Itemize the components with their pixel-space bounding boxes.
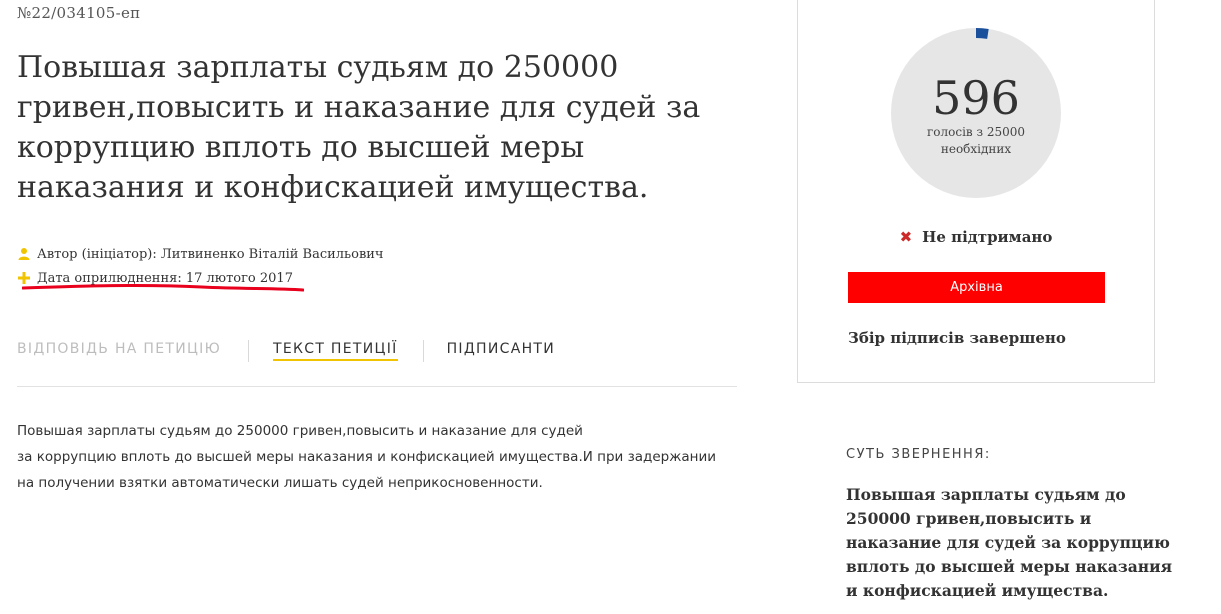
vote-caption-line: голосів з 25000 xyxy=(926,125,1026,139)
tab-petition-text[interactable]: ТЕКСТ ПЕТИЦІЇ xyxy=(273,332,398,365)
tab-divider xyxy=(422,340,424,362)
petition-page: №22/034105-еп Повышая зарплаты судьям до… xyxy=(0,0,1221,614)
petition-body: Повышая зарплаты судьям до 250000 гривен… xyxy=(17,418,737,496)
petition-number: №22/034105-еп xyxy=(17,4,141,22)
vote-progress-circle: 596 голосів з 25000 необхідних xyxy=(891,28,1061,198)
red-underline-annotation xyxy=(22,283,304,292)
author-row: Автор (ініціатор): Литвиненко Віталій Ва… xyxy=(17,242,384,266)
status-badge: ✖ Не підтримано xyxy=(798,228,1154,246)
tab-signers[interactable]: ПІДПИСАНТИ xyxy=(447,332,556,365)
collection-status: Збір підписів завершено xyxy=(848,329,1066,347)
body-line: Повышая зарплаты судьям до 250000 гривен… xyxy=(17,423,583,439)
body-line: на получении взятки автоматически лишать… xyxy=(17,475,543,491)
vote-count: 596 xyxy=(932,71,1020,125)
tab-petition-text-label: ТЕКСТ ПЕТИЦІЇ xyxy=(273,341,398,361)
body-line: за коррупцию вплоть до высшей меры наказ… xyxy=(17,449,717,465)
essence-heading: СУТЬ ЗВЕРНЕННЯ: xyxy=(846,447,991,462)
user-icon xyxy=(18,248,30,260)
tab-divider xyxy=(248,340,250,362)
close-icon: ✖ xyxy=(899,228,913,246)
author-label: Автор (ініціатор): Литвиненко Віталій Ва… xyxy=(37,246,384,262)
tab-response[interactable]: ВІДПОВІДЬ НА ПЕТИЦІЮ xyxy=(17,332,248,365)
archive-button[interactable]: Архівна xyxy=(848,272,1105,303)
progress-arc xyxy=(975,28,989,39)
vote-caption: голосів з 25000 необхідних xyxy=(891,124,1061,158)
essence-text: Повышая зарплаты судьям до 250000 гривен… xyxy=(846,485,1173,600)
page-title: Повышая зарплаты судьям до 250000 гривен… xyxy=(17,50,701,205)
vote-panel: 596 голосів з 25000 необхідних ✖ Не підтр… xyxy=(797,0,1155,383)
petition-tabs: ВІДПОВІДЬ НА ПЕТИЦІЮ ТЕКСТ ПЕТИЦІЇ ПІДПИ… xyxy=(17,332,737,387)
status-label: Не підтримано xyxy=(922,228,1053,246)
vote-caption-line: необхідних xyxy=(940,142,1012,156)
